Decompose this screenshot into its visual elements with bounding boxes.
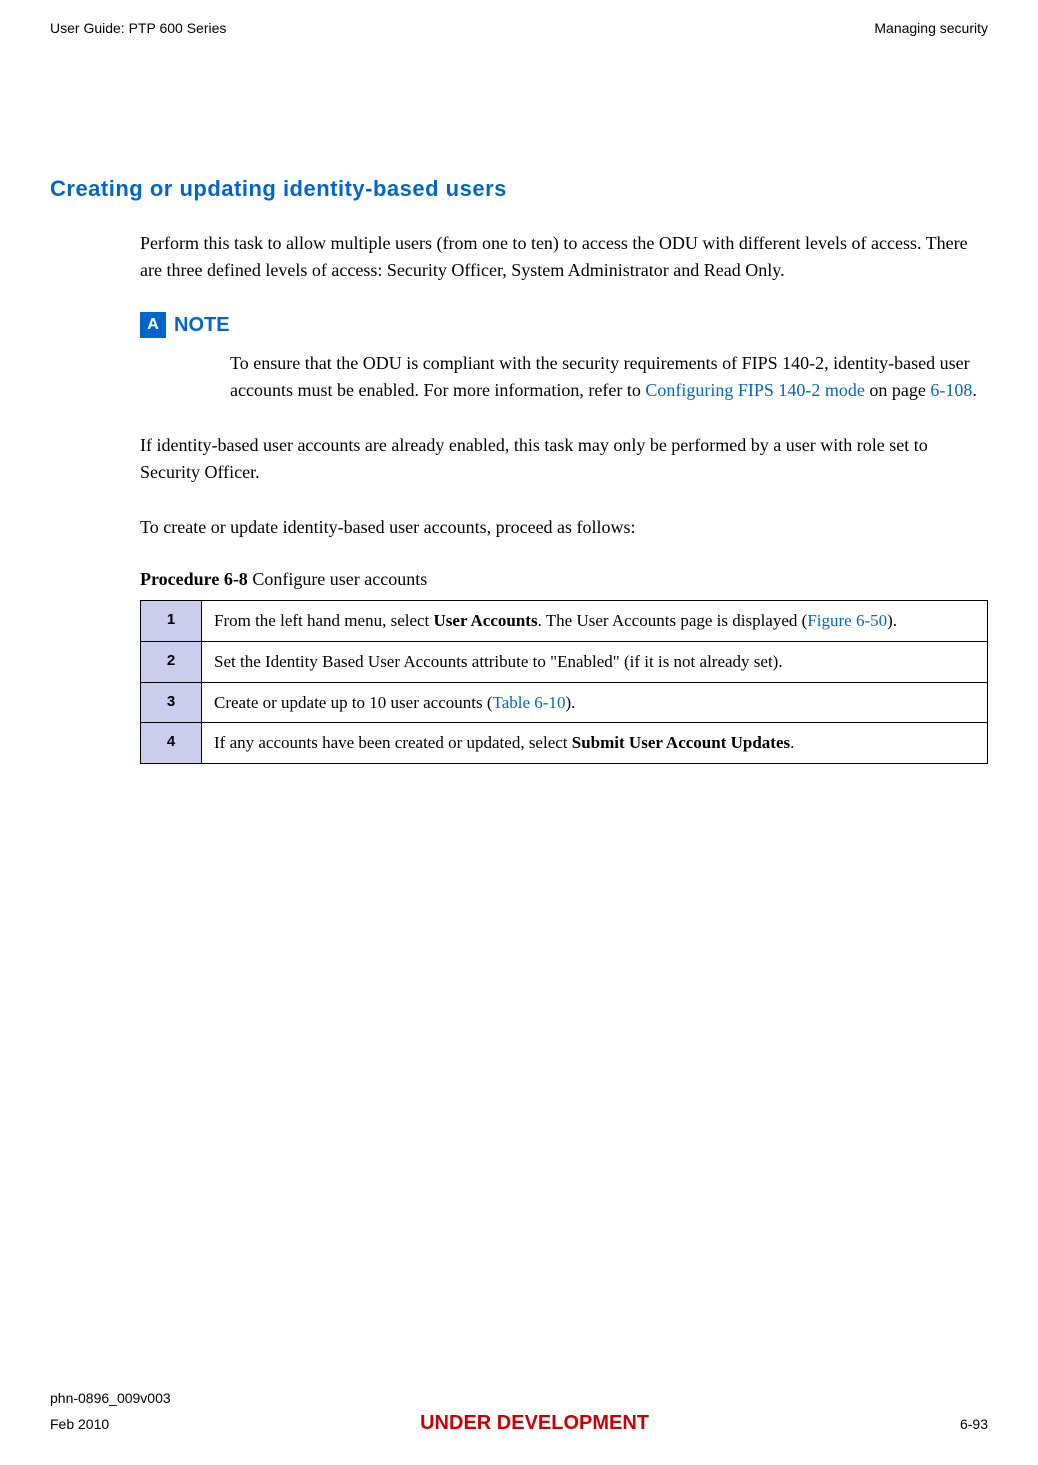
footer-status: UNDER DEVELOPMENT (420, 1412, 649, 1435)
note-link-1[interactable]: Configuring FIPS 140-2 mode (645, 380, 865, 400)
step-text-pre: Create or update up to 10 user accounts … (214, 693, 493, 712)
procedure-label-rest: Configure user accounts (248, 569, 427, 589)
page-footer: phn-0896_009v003 Feb 2010 UNDER DEVELOPM… (50, 1390, 988, 1435)
note-icon: A (140, 312, 166, 338)
step-text-post: . (790, 733, 794, 752)
step-text-bold: User Accounts (434, 611, 538, 630)
main-content: Creating or updating identity-based user… (50, 176, 988, 1390)
step-text-bold: Submit User Account Updates (572, 733, 790, 752)
table-row: 2 Set the Identity Based User Accounts a… (141, 641, 988, 682)
table-row: 4 If any accounts have been created or u… (141, 723, 988, 764)
step-number: 1 (141, 601, 202, 642)
step-text-pre: If any accounts have been created or upd… (214, 733, 572, 752)
step-number: 3 (141, 682, 202, 723)
step-number: 2 (141, 641, 202, 682)
note-label: NOTE (174, 314, 230, 337)
footer-date: Feb 2010 (50, 1416, 109, 1432)
note-text-mid: on page (865, 380, 930, 400)
procedure-label: Procedure 6-8 Configure user accounts (140, 569, 988, 590)
header-right: Managing security (874, 20, 988, 36)
note-text: To ensure that the ODU is compliant with… (230, 350, 988, 404)
step-text-post: ). (565, 693, 575, 712)
step-text: Set the Identity Based User Accounts att… (202, 641, 988, 682)
note-text-suffix: . (972, 380, 977, 400)
table-row: 1 From the left hand menu, select User A… (141, 601, 988, 642)
step-text-mid: . The User Accounts page is displayed ( (538, 611, 808, 630)
procedure-label-bold: Procedure 6-8 (140, 569, 248, 589)
note-header: A NOTE (140, 312, 988, 338)
step-link[interactable]: Table 6-10 (493, 693, 566, 712)
note-block: A NOTE To ensure that the ODU is complia… (140, 312, 988, 404)
step-text-post: ). (887, 611, 897, 630)
paragraph-3: To create or update identity-based user … (140, 514, 988, 541)
step-link[interactable]: Figure 6-50 (807, 611, 887, 630)
step-text: Create or update up to 10 user accounts … (202, 682, 988, 723)
page-header: User Guide: PTP 600 Series Managing secu… (50, 20, 988, 36)
table-row: 3 Create or update up to 10 user account… (141, 682, 988, 723)
step-text: From the left hand menu, select User Acc… (202, 601, 988, 642)
footer-page: 6-93 (960, 1416, 988, 1432)
step-number: 4 (141, 723, 202, 764)
procedure-table: 1 From the left hand menu, select User A… (140, 600, 988, 764)
footer-doc-id: phn-0896_009v003 (50, 1390, 988, 1406)
paragraph-2: If identity-based user accounts are alre… (140, 432, 988, 486)
step-text: If any accounts have been created or upd… (202, 723, 988, 764)
section-heading: Creating or updating identity-based user… (50, 176, 988, 202)
intro-paragraph: Perform this task to allow multiple user… (140, 230, 988, 284)
note-link-2[interactable]: 6-108 (930, 380, 972, 400)
header-left: User Guide: PTP 600 Series (50, 20, 226, 36)
step-text-pre: From the left hand menu, select (214, 611, 434, 630)
